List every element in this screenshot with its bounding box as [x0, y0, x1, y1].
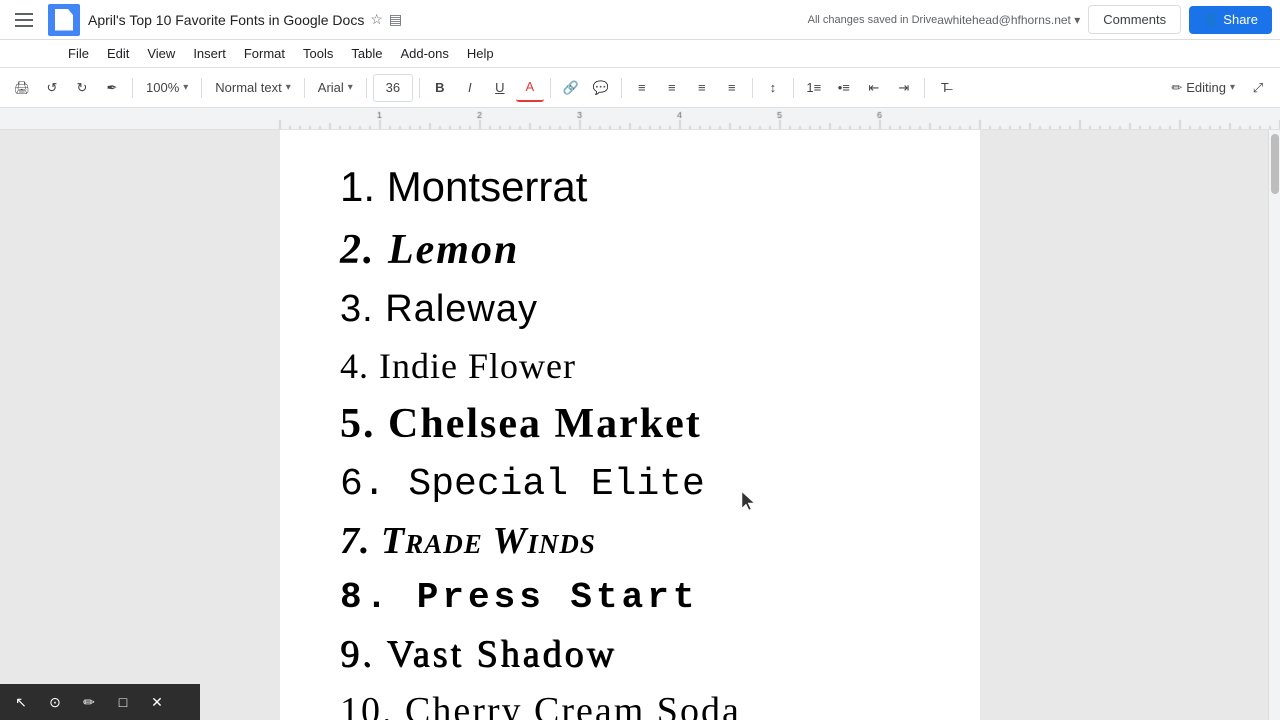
bottom-bar: ↖ ⊙ ✏ □ ✕: [0, 684, 200, 720]
link-button[interactable]: 🔗: [557, 74, 585, 102]
saved-status: All changes saved in Drive: [808, 14, 938, 26]
font-arrow: ▾: [348, 82, 353, 93]
font-value: Arial: [318, 80, 344, 95]
font-list-item: 9. Vast Shadow: [340, 630, 920, 679]
mode-arrow: ▾: [1230, 82, 1235, 93]
color-button[interactable]: A: [516, 74, 544, 102]
style-arrow: ▾: [286, 82, 291, 93]
paintformat-button[interactable]: ✒: [98, 74, 126, 102]
font-list-item: 7. Trade Winds: [340, 517, 920, 566]
comments-button[interactable]: Comments: [1088, 5, 1181, 34]
menu-edit[interactable]: Edit: [99, 43, 137, 64]
toolbar-sep-10: [924, 78, 925, 98]
font-dropdown[interactable]: Arial ▾: [311, 74, 360, 102]
linespacing-button[interactable]: ↕: [759, 74, 787, 102]
font-list-item: 3. Raleway: [340, 285, 920, 334]
zoom-dropdown[interactable]: 100% ▾: [139, 74, 195, 102]
hamburger-icon[interactable]: [8, 4, 40, 36]
style-value: Normal text: [215, 80, 281, 95]
font-list-item: 8. Press Start: [340, 575, 920, 622]
zoom-arrow: ▾: [183, 82, 188, 93]
close-icon[interactable]: ✕: [146, 691, 168, 713]
italic-button[interactable]: I: [456, 74, 484, 102]
menu-table[interactable]: Table: [343, 43, 390, 64]
numberedlist-button[interactable]: 1≡: [800, 74, 828, 102]
print-button[interactable]: 🖨: [8, 74, 36, 102]
toolbar-sep-9: [793, 78, 794, 98]
toolbar-sep-2: [201, 78, 202, 98]
right-area: [980, 130, 1280, 720]
font-list-item: 2. Lemon: [340, 223, 920, 278]
underline-button[interactable]: U: [486, 74, 514, 102]
doc-title: April's Top 10 Favorite Fonts in Google …: [88, 11, 798, 28]
font-list-item: 10. Cherry Cream Soda: [340, 687, 920, 720]
editing-mode-dropdown[interactable]: ✏ Editing ▾: [1164, 74, 1242, 102]
star-icon[interactable]: ☆: [370, 11, 383, 28]
scrollbar[interactable]: [1268, 130, 1280, 720]
title-area: April's Top 10 Favorite Fonts in Google …: [88, 11, 798, 28]
align-right-button[interactable]: ≡: [688, 74, 716, 102]
menu-view[interactable]: View: [139, 43, 183, 64]
doc-title-text: April's Top 10 Favorite Fonts in Google …: [88, 12, 364, 28]
indent-increase-button[interactable]: ⇥: [890, 74, 918, 102]
align-justify-button[interactable]: ≡: [718, 74, 746, 102]
ruler: [0, 108, 1280, 130]
toolbar-sep-4: [366, 78, 367, 98]
align-left-button[interactable]: ≡: [628, 74, 656, 102]
toolbar-sep-8: [752, 78, 753, 98]
font-size-input[interactable]: [373, 74, 413, 102]
menu-help[interactable]: Help: [459, 43, 502, 64]
menu-addons[interactable]: Add-ons: [392, 43, 456, 64]
user-email[interactable]: awhitehead@hfhorns.net ▾: [937, 13, 1080, 27]
document-page[interactable]: 1. Montserrat 2. Lemon 3. Raleway 4. Indie …: [280, 130, 980, 720]
toolbar-sep-6: [550, 78, 551, 98]
bulletlist-button[interactable]: •≡: [830, 74, 858, 102]
clear-formatting-button[interactable]: T̶: [931, 74, 959, 102]
font-list-item: 1. Montserrat: [340, 160, 920, 215]
top-bar: April's Top 10 Favorite Fonts in Google …: [0, 0, 1280, 40]
pencil-icon: ✏: [1171, 80, 1182, 96]
share-label: Share: [1223, 12, 1258, 27]
font-list-item: 4. Indie Flower: [340, 343, 920, 390]
editing-mode-label: Editing: [1186, 80, 1226, 95]
toolbar-sep-5: [419, 78, 420, 98]
menu-format[interactable]: Format: [236, 43, 293, 64]
menu-tools[interactable]: Tools: [295, 43, 341, 64]
right-controls: awhitehead@hfhorns.net ▾ Comments 👤 Shar…: [937, 5, 1272, 34]
folder-icon[interactable]: ▤: [389, 11, 402, 28]
circle-tool-icon[interactable]: ⊙: [44, 691, 66, 713]
bold-button[interactable]: B: [426, 74, 454, 102]
toolbar-sep-3: [304, 78, 305, 98]
share-icon: 👤: [1203, 12, 1219, 28]
style-dropdown[interactable]: Normal text ▾: [208, 74, 298, 102]
menu-insert[interactable]: Insert: [185, 43, 234, 64]
toolbar: 🖨 ↺ ↻ ✒ 100% ▾ Normal text ▾ Arial ▾ B I…: [0, 68, 1280, 108]
docs-logo: [48, 4, 80, 36]
font-list-item: 6. Special Elite: [340, 460, 920, 509]
zoom-value: 100%: [146, 80, 179, 95]
pencil-tool-icon[interactable]: ✏: [78, 691, 100, 713]
toolbar-sep-7: [621, 78, 622, 98]
redo-button[interactable]: ↻: [68, 74, 96, 102]
document-area: 1. Montserrat 2. Lemon 3. Raleway 4. Indie …: [0, 130, 1280, 720]
menu-bar: File Edit View Insert Format Tools Table…: [0, 40, 1280, 68]
comment-button[interactable]: 💬: [587, 74, 615, 102]
cursor-tool-icon[interactable]: ↖: [10, 691, 32, 713]
toolbar-sep-1: [132, 78, 133, 98]
undo-button[interactable]: ↺: [38, 74, 66, 102]
rectangle-tool-icon[interactable]: □: [112, 691, 134, 713]
maximize-button[interactable]: ⤢: [1244, 74, 1272, 102]
share-button[interactable]: 👤 Share: [1189, 6, 1272, 34]
scroll-thumb[interactable]: [1271, 134, 1279, 194]
menu-file[interactable]: File: [60, 43, 97, 64]
indent-decrease-button[interactable]: ⇤: [860, 74, 888, 102]
font-list-item: 5. Chelsea Market: [340, 397, 920, 452]
align-center-button[interactable]: ≡: [658, 74, 686, 102]
font-list: 1. Montserrat 2. Lemon 3. Raleway 4. Indie …: [340, 160, 920, 720]
left-margin: [0, 130, 280, 720]
